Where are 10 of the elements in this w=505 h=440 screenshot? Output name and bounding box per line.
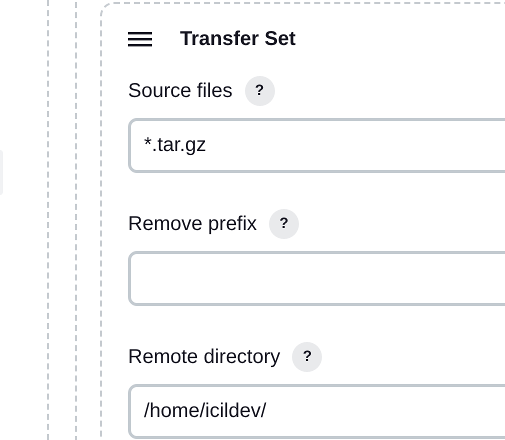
input-field[interactable]: *.tar.gz: [128, 118, 505, 173]
help-button[interactable]: ?: [268, 209, 299, 239]
field-label: Source files: [128, 79, 232, 104]
help-button[interactable]: ?: [244, 76, 274, 106]
field-label: Remote directory: [128, 345, 280, 370]
menu-icon[interactable]: [128, 31, 152, 47]
section-title: Transfer Set: [180, 27, 296, 52]
help-button[interactable]: ?: [292, 342, 322, 372]
field-label: Remove prefix: [128, 212, 257, 237]
input-field[interactable]: /home/icildev/: [128, 384, 505, 439]
